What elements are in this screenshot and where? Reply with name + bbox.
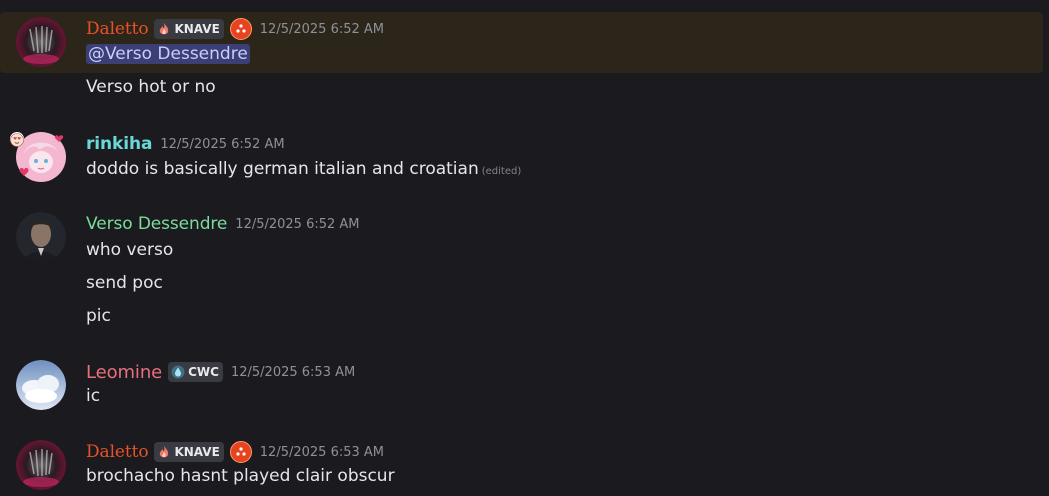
message-content: doddo is basically german italian and cr… <box>86 159 521 179</box>
guild-tag[interactable]: KNAVE <box>154 442 224 462</box>
guild-tag-label: KNAVE <box>174 22 220 36</box>
message-content: send poc <box>86 273 163 293</box>
timestamp[interactable]: 12/5/2025 6:53 AM <box>260 445 384 460</box>
avatar-daletto[interactable] <box>16 440 66 490</box>
guild-tag-label: CWC <box>188 365 219 379</box>
message-header: Daletto KNAVE 12/5/2025 6:52 AM <box>86 17 384 41</box>
guild-tag[interactable]: KNAVE <box>154 19 224 39</box>
flame-icon <box>160 446 169 458</box>
message-content: pic <box>86 306 111 326</box>
avatar-daletto[interactable] <box>16 17 66 67</box>
message-header: Verso Dessendre 12/5/2025 6:52 AM <box>86 212 360 236</box>
username[interactable]: Daletto <box>86 442 149 462</box>
message-content: brochacho hasnt played clair obscur <box>86 466 395 486</box>
message-content: @Verso Dessendre <box>86 44 250 64</box>
user-mention[interactable]: @Verso Dessendre <box>86 44 250 64</box>
heart-face-icon <box>10 132 24 147</box>
timestamp[interactable]: 12/5/2025 6:53 AM <box>231 365 355 380</box>
avatar-verso[interactable] <box>16 212 66 262</box>
username[interactable]: Verso Dessendre <box>86 214 227 234</box>
message-header: rinkiha 12/5/2025 6:52 AM <box>86 132 285 156</box>
message-header: Daletto KNAVE 12/5/2025 6:53 AM <box>86 440 384 464</box>
water-drop-icon <box>171 365 185 379</box>
message-text: doddo is basically german italian and cr… <box>86 159 479 179</box>
message-group-rinkiha[interactable]: rinkiha 12/5/2025 6:52 AM doddo is basic… <box>0 126 1049 186</box>
message-group-leomine[interactable]: Leomine CWC 12/5/2025 6:53 AM ic <box>0 354 1049 414</box>
server-boost-icon[interactable] <box>229 18 252 40</box>
guild-tag-label: KNAVE <box>174 445 220 459</box>
avatar-rinkiha[interactable] <box>10 132 66 182</box>
message-group-daletto-2[interactable]: Daletto KNAVE 12/5/2025 6:53 AM brochach… <box>0 434 1049 496</box>
message-content: ic <box>86 386 101 406</box>
server-boost-icon[interactable] <box>229 441 252 463</box>
flame-icon <box>160 23 169 35</box>
chat-messages: Daletto KNAVE 12/5/2025 6:52 AM @Verso D… <box>0 0 1049 496</box>
username[interactable]: Leomine <box>86 362 162 383</box>
message-content: Verso hot or no <box>86 77 216 97</box>
edited-label: (edited) <box>481 166 522 177</box>
avatar-leomine[interactable] <box>16 360 66 410</box>
message-header: Leomine CWC 12/5/2025 6:53 AM <box>86 360 355 384</box>
message-content: who verso <box>86 240 174 260</box>
timestamp[interactable]: 12/5/2025 6:52 AM <box>260 22 384 37</box>
guild-tag[interactable]: CWC <box>168 362 223 382</box>
timestamp[interactable]: 12/5/2025 6:52 AM <box>235 217 359 232</box>
username[interactable]: rinkiha <box>86 134 152 154</box>
message-group-daletto-1[interactable]: Daletto KNAVE 12/5/2025 6:52 AM @Verso D… <box>0 12 1043 73</box>
message-group-verso[interactable]: Verso Dessendre 12/5/2025 6:52 AM who ve… <box>0 206 1049 336</box>
username[interactable]: Daletto <box>86 19 149 39</box>
timestamp[interactable]: 12/5/2025 6:52 AM <box>160 137 284 152</box>
